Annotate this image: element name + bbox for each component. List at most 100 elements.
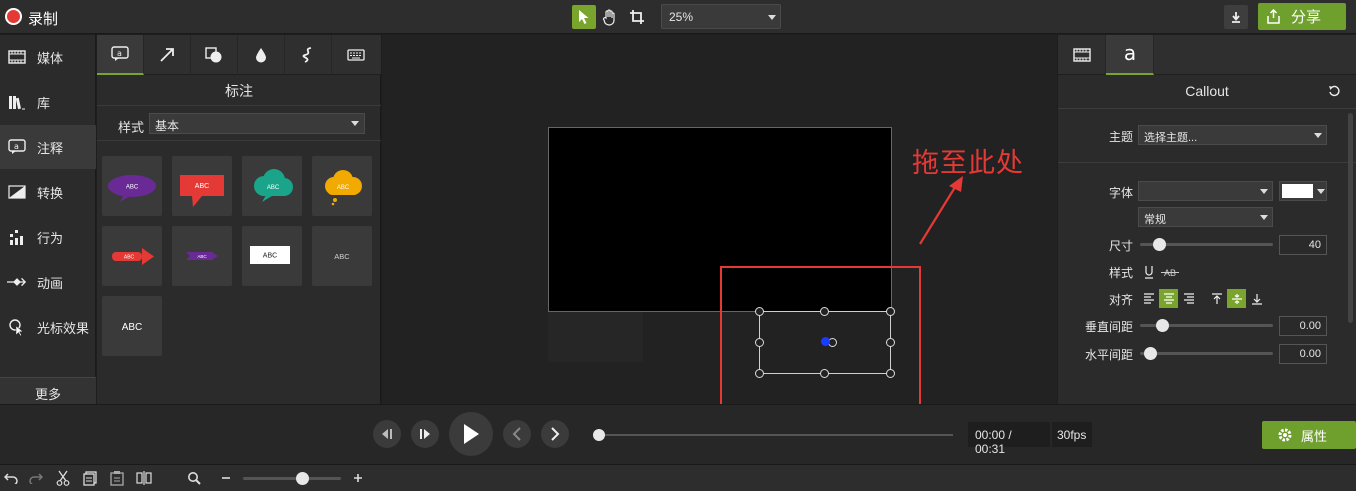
share-icon	[1267, 9, 1280, 24]
style-row: 样式 基本	[97, 105, 381, 141]
previous-clip-button[interactable]	[503, 420, 531, 448]
sidebar-item-behaviors[interactable]: 行为	[0, 215, 96, 259]
timeline-zoom-slider-knob[interactable]	[296, 472, 309, 485]
playhead-knob[interactable]	[593, 429, 605, 441]
theme-select[interactable]: 选择主题...	[1138, 125, 1327, 145]
left-sidebar: 媒体 库 a 注释 转换 行为 动画 光标效果 更多	[0, 35, 96, 404]
align-middle-button[interactable]	[1227, 289, 1246, 308]
zoom-magnifier-icon[interactable]	[185, 469, 203, 487]
tile-text: ABC	[267, 185, 280, 191]
horizontal-spacing-input[interactable]: 0.00	[1279, 344, 1327, 364]
properties-button[interactable]: 属性	[1262, 421, 1356, 449]
horizontal-spacing-slider-track[interactable]	[1140, 352, 1273, 355]
playback-progress-track[interactable]	[598, 434, 953, 436]
download-button[interactable]	[1224, 5, 1248, 29]
tab-keystrokes[interactable]	[332, 35, 379, 75]
sidebar-item-animations[interactable]: 动画	[0, 260, 96, 304]
align-top-button[interactable]	[1207, 289, 1226, 308]
reset-icon[interactable]	[1328, 85, 1340, 97]
underline-icon	[1144, 265, 1153, 279]
sidebar-item-transitions[interactable]: 转换	[0, 170, 96, 214]
redo-icon[interactable]	[27, 469, 45, 487]
callout-tile-plain-text[interactable]: ABC	[312, 226, 372, 286]
sidebar-item-media[interactable]: 媒体	[0, 35, 96, 79]
step-back-button[interactable]	[373, 420, 401, 448]
crop-icon	[630, 10, 644, 24]
sidebar-item-label: 注释	[37, 140, 64, 156]
properties-scrollbar[interactable]	[1348, 113, 1353, 323]
chevron-down-icon	[1314, 133, 1322, 138]
play-button[interactable]	[449, 412, 493, 456]
sidebar-item-cursor-effects[interactable]: 光标效果	[0, 305, 96, 349]
callout-tile-text-box[interactable]: ABC	[242, 226, 302, 286]
size-slider-knob[interactable]	[1153, 238, 1166, 251]
step-forward-button[interactable]	[411, 420, 439, 448]
svg-text:a: a	[1123, 45, 1135, 63]
callout-tile-arrow-small[interactable]: ABC	[172, 226, 232, 286]
copy-icon[interactable]	[81, 469, 99, 487]
record-label[interactable]: 录制	[28, 8, 58, 29]
callout-tile-plain-text-large[interactable]: ABC	[102, 296, 162, 356]
tab-text-properties[interactable]: a	[1106, 35, 1154, 75]
callout-tile-speech-bubble[interactable]: ABC	[102, 156, 162, 216]
align-right-button[interactable]	[1179, 289, 1198, 308]
style-select[interactable]: 基本	[149, 113, 365, 134]
tab-callouts[interactable]: a	[97, 35, 144, 75]
tab-sketch-motion[interactable]	[285, 35, 332, 75]
align-bottom-button[interactable]	[1247, 289, 1266, 308]
zoom-select[interactable]: 25%	[661, 4, 781, 29]
vertical-spacing-input[interactable]: 0.00	[1279, 316, 1327, 336]
record-icon[interactable]	[5, 8, 22, 25]
zoom-out-icon[interactable]	[217, 469, 235, 487]
timeline-zoom-slider-track[interactable]	[243, 477, 341, 480]
behavior-icon	[7, 227, 27, 247]
crop-tool-button[interactable]	[625, 5, 649, 29]
align-center-icon	[1163, 293, 1174, 304]
pan-tool-button[interactable]	[598, 5, 622, 29]
tab-arrows-lines[interactable]	[144, 35, 191, 75]
paste-icon[interactable]	[108, 469, 126, 487]
zoom-value: 25%	[669, 10, 694, 24]
chevron-down-icon	[1260, 215, 1268, 220]
tab-visual-properties[interactable]	[1058, 35, 1106, 75]
vertical-spacing-slider-knob[interactable]	[1156, 319, 1169, 332]
cut-icon[interactable]	[54, 469, 72, 487]
size-input[interactable]: 40	[1279, 235, 1327, 255]
undo-icon[interactable]	[2, 469, 20, 487]
align-middle-icon	[1231, 293, 1242, 304]
sidebar-item-annotations[interactable]: a 注释	[0, 125, 96, 169]
zoom-in-icon[interactable]	[349, 469, 367, 487]
align-center-button[interactable]	[1159, 289, 1178, 308]
divider	[1058, 162, 1356, 163]
tile-text: ABC	[263, 253, 277, 260]
sidebar-item-label: 行为	[37, 230, 64, 246]
text-a-icon: a	[1123, 45, 1135, 63]
next-clip-button[interactable]	[541, 420, 569, 448]
callout-tile-cloud[interactable]: ABC	[242, 156, 302, 216]
strikethrough-button[interactable]: AB	[1159, 262, 1181, 281]
align-label: 对齐	[1108, 293, 1133, 307]
callout-tile-thought[interactable]: ABC	[312, 156, 372, 216]
font-color-picker[interactable]	[1279, 181, 1327, 201]
split-icon[interactable]	[135, 469, 153, 487]
horizontal-spacing-slider-knob[interactable]	[1144, 347, 1157, 360]
underline-button[interactable]	[1139, 262, 1158, 281]
theme-value: 选择主题...	[1144, 132, 1198, 144]
film-strip-icon	[7, 47, 27, 67]
top-toolbar: 录制 25% 分享	[0, 0, 1356, 34]
more-button[interactable]: 更多	[0, 377, 96, 404]
tile-text: ABC	[197, 254, 207, 259]
sidebar-item-library[interactable]: 库	[0, 80, 96, 124]
font-select[interactable]	[1138, 181, 1273, 201]
library-icon	[7, 92, 27, 112]
font-style-value: 常规	[1144, 214, 1166, 226]
share-button[interactable]: 分享	[1258, 3, 1346, 30]
tab-blur-highlight[interactable]	[238, 35, 285, 75]
callout-tile-arrow[interactable]: ABC	[102, 226, 162, 286]
squiggle-icon	[302, 47, 312, 63]
align-left-button[interactable]	[1139, 289, 1158, 308]
tab-shapes[interactable]	[191, 35, 238, 75]
pointer-tool-button[interactable]	[572, 5, 596, 29]
font-style-select[interactable]: 常规	[1138, 207, 1273, 227]
callout-tile-box[interactable]: ABC	[172, 156, 232, 216]
